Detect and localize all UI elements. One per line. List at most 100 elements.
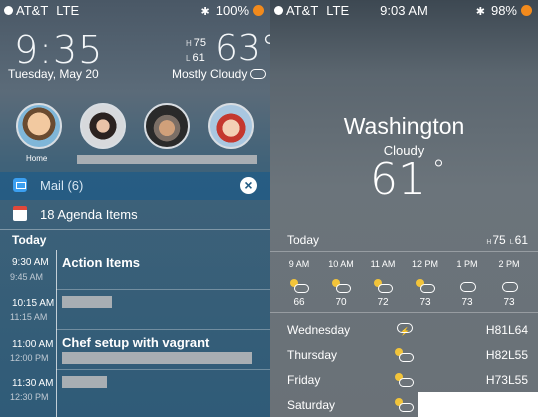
high-label: H [485,323,495,337]
hourly-item: 2 PM 73 [489,259,529,308]
hourly-item: 9 AM 66 [279,259,319,308]
bluetooth-icon: ✱ [200,6,210,18]
redacted-block [62,352,252,364]
widget-hilo: H 75 L 61 [186,36,206,66]
status-right: ✱ 100% [201,3,264,18]
day-hilo: H73L55 [486,373,528,387]
mail-icon [13,178,27,192]
day-low: 55 [514,348,528,362]
thunderstorm-icon [395,323,413,337]
partly-sunny-icon [374,279,393,293]
battery-percent: 98% [490,3,517,18]
day-name: Saturday [287,398,336,412]
event-line [56,370,57,417]
carrier: AT&T LTE [4,3,79,18]
today-high: 75 [492,233,506,247]
overlay-block [418,392,538,417]
event-line [56,330,57,370]
event-line [56,290,57,330]
battery-icon [253,5,264,16]
day-name: Wednesday [287,323,351,337]
hour-time: 10 AM [328,259,354,269]
agenda-section-title: Today [12,233,47,247]
agenda-event[interactable]: 11:00 AM 12:00 PM Chef setup with vagran… [0,330,270,370]
status-right: ✱ 98% [476,3,532,18]
battery-percent: 100% [215,3,249,18]
partly-sunny-icon [395,348,414,362]
agenda-event[interactable]: 11:30 AM 12:30 PM [0,370,270,417]
status-bar: AT&T LTE 9:03 AM ✱ 98% [270,0,538,20]
event-end: 12:00 PM [10,353,49,363]
high-label: H [186,39,192,48]
mail-label: Mail (6) [40,178,84,193]
event-title: Action Items [62,255,141,270]
temp-value: 61 [370,154,426,205]
today-summary: Today H75 L61 [270,233,538,251]
agenda-event[interactable]: 10:15 AM 11:15 AM [0,290,270,330]
day-high: 73 [494,373,508,387]
mail-notification-row[interactable]: Mail (6) × [0,172,270,200]
hour-temp: 73 [461,297,473,308]
degree-symbol: ° [432,155,445,185]
condition-text: Mostly Cloudy [172,67,248,81]
agenda-event[interactable]: 9:30 AM 9:45 AM Action Items [0,250,270,290]
high-label: H [485,348,495,362]
hour-time: 2 PM [498,259,520,269]
widget-high: 75 [193,37,207,49]
bluetooth-icon: ✱ [475,6,485,18]
event-end: 12:30 PM [10,392,49,402]
widget-low: 61 [192,52,205,64]
hour-time: 1 PM [456,259,478,269]
avatar[interactable] [144,103,190,149]
agenda-header-row[interactable]: 18 Agenda Items [0,203,270,225]
event-start: 10:15 AM [12,298,55,309]
partly-sunny-icon [416,279,435,293]
day-low: 64 [514,323,528,337]
divider [270,312,538,313]
low-label: L [507,373,515,387]
day-name: Thursday [287,348,338,362]
hourly-item: 1 PM 73 [447,259,487,308]
battery-icon [521,5,532,16]
hourly-item: 11 AM 72 [363,259,403,308]
event-start: 9:30 AM [12,257,49,268]
city-name: Washington [343,113,465,139]
clear-button[interactable]: × [240,177,257,194]
hour-time: 11 AM [370,259,396,269]
redacted-block [77,155,257,164]
widget-condition: Mostly Cloudy [172,67,267,81]
day-high: 82 [494,348,508,362]
hour-time: 12 PM [411,259,438,269]
cloud-icon [458,279,476,292]
widget-temp: 63° [215,28,270,69]
today-label: Today [287,233,320,247]
day-name: Friday [287,373,321,387]
high-label: H [486,239,492,246]
widget-time: 9:35 [14,28,104,72]
event-start: 11:30 AM [12,378,54,389]
avatar[interactable] [16,103,62,149]
event-start: 11:00 AM [12,339,54,350]
event-end: 9:45 AM [10,272,44,282]
redacted-block [62,376,107,388]
status-bar: AT&T LTE ✱ 100% [0,0,270,20]
partly-sunny-icon [290,279,309,293]
hourly-forecast[interactable]: 9 AM 66 10 AM 70 11 AM 72 12 PM 73 1 PM 73 2 … [270,259,538,314]
calendar-icon [13,206,27,221]
avatar[interactable] [208,103,254,149]
cloud-icon [250,69,267,79]
day-high: 81 [494,323,508,337]
avatar[interactable] [80,103,126,149]
low-label: L [507,323,515,337]
agenda-label: 18 Agenda Items [40,207,138,222]
divider [0,229,270,230]
event-line [56,250,57,290]
carrier-name: AT&T [16,3,49,18]
current-temp: 61 ° [370,154,445,205]
hour-temp: 72 [377,297,389,308]
event-title: Chef setup with vagrant [62,335,210,350]
hour-temp: 73 [419,297,431,308]
network-type: LTE [56,3,80,18]
low-label: L [186,54,191,63]
favorite-contacts: Home [0,103,270,164]
